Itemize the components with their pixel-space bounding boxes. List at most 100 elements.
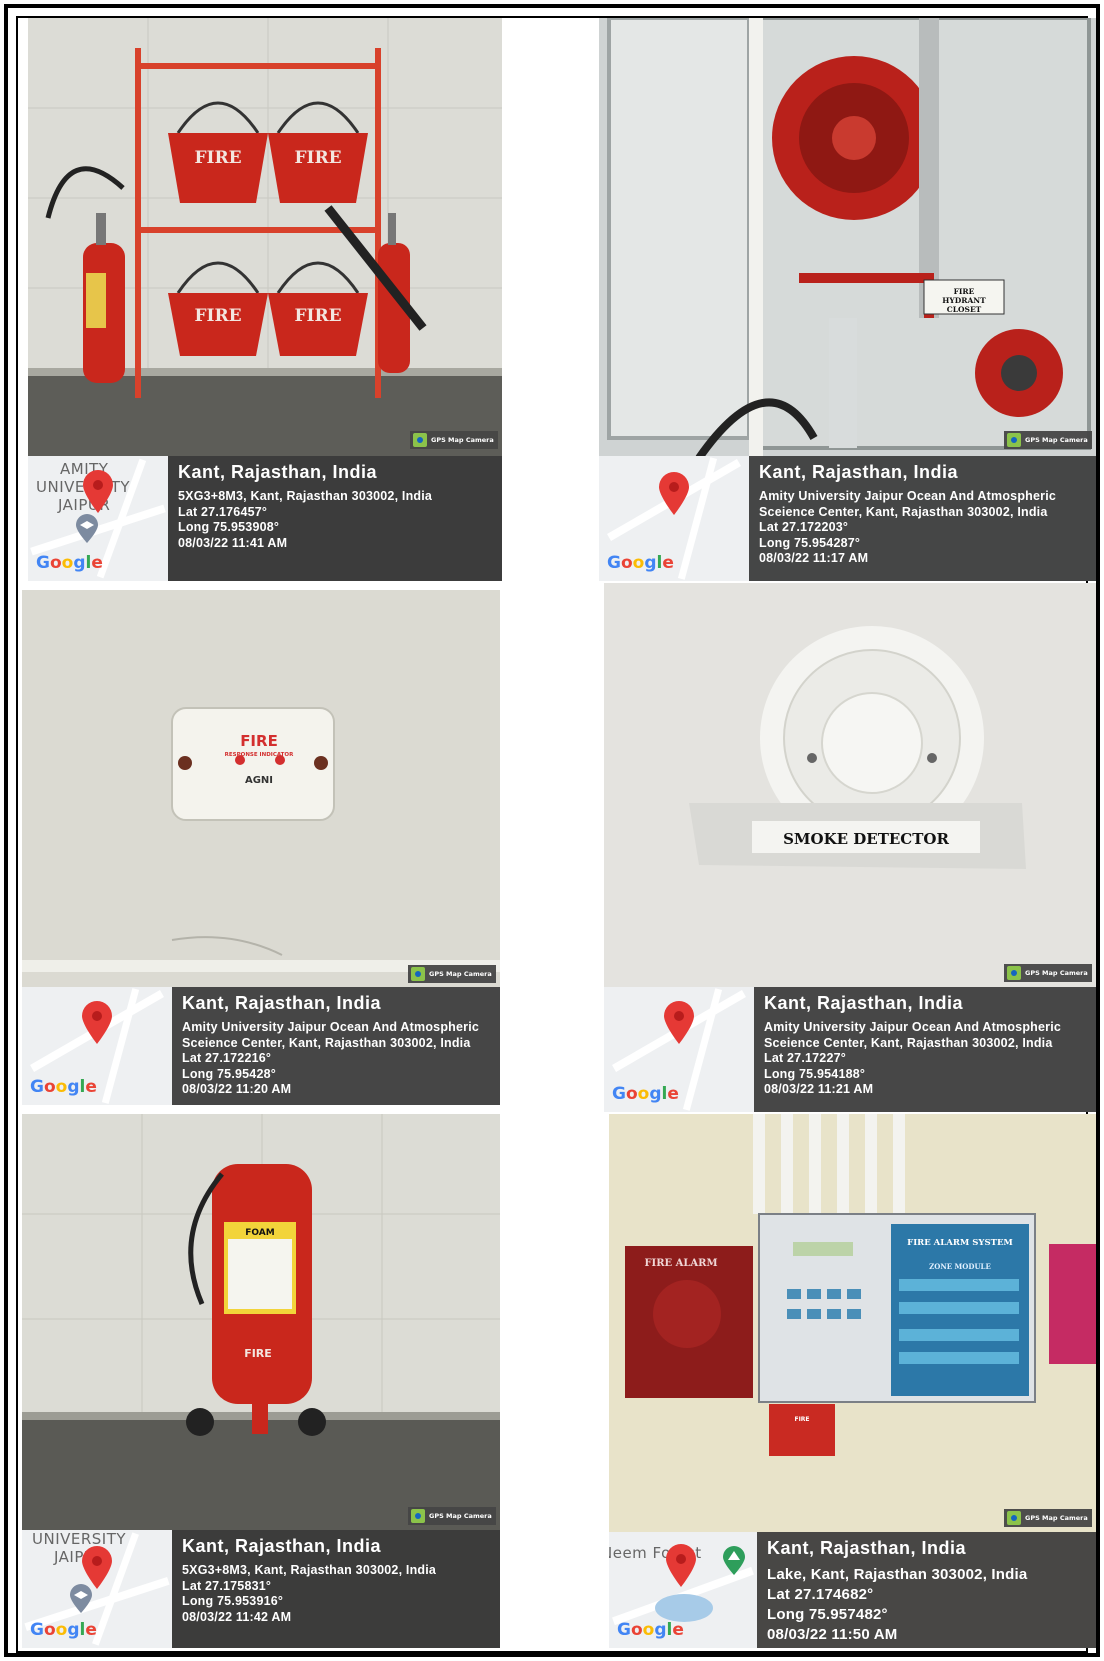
google-logo: Google — [612, 1084, 679, 1104]
location-info: Kant, Rajasthan, India Amity University … — [172, 987, 500, 1105]
bucket-label-1: FIRE — [194, 148, 241, 168]
longitude: Long 75.957482° — [767, 1606, 888, 1623]
gps-watermark-text: GPS Map Camera — [1025, 969, 1088, 977]
gps-map-camera-icon — [1007, 1511, 1021, 1525]
gps-watermark-text: GPS Map Camera — [429, 1512, 492, 1520]
photo-label-hydrant: FIRE HYDRANT CLOSET — [942, 287, 986, 314]
extinguisher-fire-label: FIRE — [244, 1347, 272, 1360]
map-thumbnail: UNIVERSITY JAIPUR Google — [22, 1530, 172, 1648]
photo-panel-smoke-detector: SMOKE DETECTOR GPS Map Camera Google Kan… — [604, 583, 1096, 1112]
bucket-label-4: FIRE — [294, 306, 341, 326]
photo-panel-fire-hydrant: FIRE HYDRANT CLOSET GPS Map Camera Googl… — [599, 18, 1096, 581]
place-title: Kant, Rajasthan, India — [759, 462, 959, 482]
gps-map-camera-watermark: GPS Map Camera — [1004, 431, 1092, 449]
tree-marker-icon — [723, 1546, 745, 1575]
smoke-detector-label: SMOKE DETECTOR — [783, 830, 949, 848]
gps-map-camera-watermark: GPS Map Camera — [1004, 1509, 1092, 1527]
photo-label-foam: FOAM FIRE — [244, 1228, 275, 1360]
photo-panel-foam-extinguisher: FOAM FIRE GPS Map Camera UNIVERSITY JAIP… — [22, 1114, 500, 1648]
longitude: Long 75.954188° — [764, 1066, 866, 1081]
longitude: Long 75.954287° — [759, 535, 861, 550]
location-info: Kant, Rajasthan, India Amity University … — [754, 987, 1096, 1112]
map-thumbnail: Neem Forest Google — [609, 1532, 757, 1648]
timestamp: 08/03/22 11:42 AM — [182, 1609, 292, 1624]
google-logo: Google — [36, 553, 103, 573]
latitude: Lat 27.17227° — [764, 1051, 846, 1065]
hydrant-sign-line-2: HYDRANT — [942, 296, 986, 305]
gps-map-camera-watermark: GPS Map Camera — [408, 1507, 496, 1525]
bucket-label-3: FIRE — [194, 306, 241, 326]
hydrant-sign-line-3: CLOSET — [947, 305, 982, 314]
map-thumbnail: Google — [22, 987, 172, 1105]
location-overlay: AMITY UNIVERSITY JAIPUR Google Kant, Raj… — [28, 456, 502, 581]
location-pin-icon — [664, 1001, 694, 1044]
photo-label-indicator: FIRE RESPONSE INDICATOR AGNI — [225, 732, 294, 786]
timestamp: 08/03/22 11:21 AM — [764, 1082, 874, 1096]
timestamp: 08/03/22 11:17 AM — [759, 551, 869, 565]
place-title: Kant, Rajasthan, India — [767, 1538, 967, 1558]
timestamp: 08/03/22 11:41 AM — [178, 535, 288, 550]
photo-panel-fire-buckets: FIRE FIRE FIRE FIRE GPS Map Camera AMITY… — [28, 18, 502, 581]
location-overlay: Neem Forest Google Kant, Rajasthan, Indi… — [609, 1532, 1096, 1648]
photo-label-fire: FIRE FIRE FIRE FIRE — [194, 148, 341, 326]
map-thumbnail: Google — [604, 987, 754, 1112]
gps-map-camera-icon — [1007, 433, 1021, 447]
location-overlay: Google Kant, Rajasthan, India Amity Univ… — [604, 987, 1096, 1112]
lake-shape — [655, 1594, 713, 1622]
gps-watermark-text: GPS Map Camera — [431, 436, 494, 444]
location-info: Kant, Rajasthan, India 5XG3+8M3, Kant, R… — [168, 456, 502, 581]
gps-map-camera-watermark: GPS Map Camera — [410, 431, 498, 449]
gps-map-camera-icon — [411, 967, 425, 981]
location-overlay: Google Kant, Rajasthan, India Amity Univ… — [22, 987, 500, 1105]
place-title: Kant, Rajasthan, India — [764, 993, 964, 1013]
fire-alarm-bell-label: FIRE ALARM — [644, 1258, 717, 1269]
location-overlay: UNIVERSITY JAIPUR Google Kant, Rajasthan… — [22, 1530, 500, 1648]
longitude: Long 75.953916° — [182, 1594, 284, 1608]
latitude: Lat 27.176457° — [178, 504, 268, 519]
address-line: Sceience Center, Kant, Rajasthan 303002,… — [764, 1035, 1053, 1050]
latitude: Lat 27.174682° — [767, 1586, 874, 1603]
place-title: Kant, Rajasthan, India — [178, 462, 378, 482]
google-logo: Google — [30, 1077, 97, 1097]
google-logo: Google — [617, 1620, 684, 1640]
location-pin-icon — [659, 472, 689, 515]
latitude: Lat 27.172203° — [759, 520, 849, 534]
gps-watermark-text: GPS Map Camera — [1025, 436, 1088, 444]
address-line: Sceience Center, Kant, Rajasthan 303002,… — [759, 504, 1048, 519]
location-pin-icon — [82, 1001, 112, 1044]
location-info: Kant, Rajasthan, India Amity University … — [749, 456, 1096, 581]
address-line: Lake, Kant, Rajasthan 303002, India — [767, 1566, 1028, 1583]
place-title: Kant, Rajasthan, India — [182, 1536, 382, 1556]
address-line: 5XG3+8M3, Kant, Rajasthan 303002, India — [178, 489, 433, 503]
gps-map-camera-watermark: GPS Map Camera — [408, 965, 496, 983]
map-thumbnail: AMITY UNIVERSITY JAIPUR Google — [28, 456, 168, 581]
location-pin-icon — [83, 470, 113, 513]
map-thumbnail: Google — [599, 456, 749, 581]
gps-map-camera-watermark: GPS Map Camera — [1004, 964, 1092, 982]
google-logo: Google — [30, 1620, 97, 1640]
longitude: Long 75.95428° — [182, 1066, 276, 1081]
indicator-subtitle: RESPONSE INDICATOR — [225, 752, 294, 758]
indicator-brand: AGNI — [245, 775, 273, 786]
location-pin-icon — [666, 1544, 696, 1587]
address-line: 5XG3+8M3, Kant, Rajasthan 303002, India — [182, 1563, 437, 1577]
indicator-fire-label: FIRE — [240, 732, 278, 750]
gps-map-camera-icon — [1007, 966, 1021, 980]
address-line: Amity University Jaipur Ocean And Atmosp… — [182, 1020, 480, 1034]
place-title: Kant, Rajasthan, India — [182, 993, 382, 1013]
longitude: Long 75.953908° — [178, 520, 280, 534]
gps-watermark-text: GPS Map Camera — [429, 970, 492, 978]
timestamp: 08/03/22 11:50 AM — [767, 1626, 898, 1643]
hydrant-sign-line-1: FIRE — [954, 287, 975, 296]
gps-map-camera-icon — [411, 1509, 425, 1523]
university-marker-icon — [70, 1584, 92, 1613]
latitude: Lat 27.172216° — [182, 1051, 272, 1065]
latitude: Lat 27.175831° — [182, 1578, 272, 1593]
google-logo: Google — [607, 553, 674, 573]
location-info: Kant, Rajasthan, India 5XG3+8M3, Kant, R… — [172, 1530, 500, 1648]
manual-call-point-label: FIRE — [794, 1416, 809, 1423]
university-marker-icon — [76, 514, 98, 543]
gps-map-camera-icon — [413, 433, 427, 447]
address-line: Amity University Jaipur Ocean And Atmosp… — [759, 489, 1057, 503]
location-overlay: Google Kant, Rajasthan, India Amity Univ… — [599, 456, 1096, 581]
